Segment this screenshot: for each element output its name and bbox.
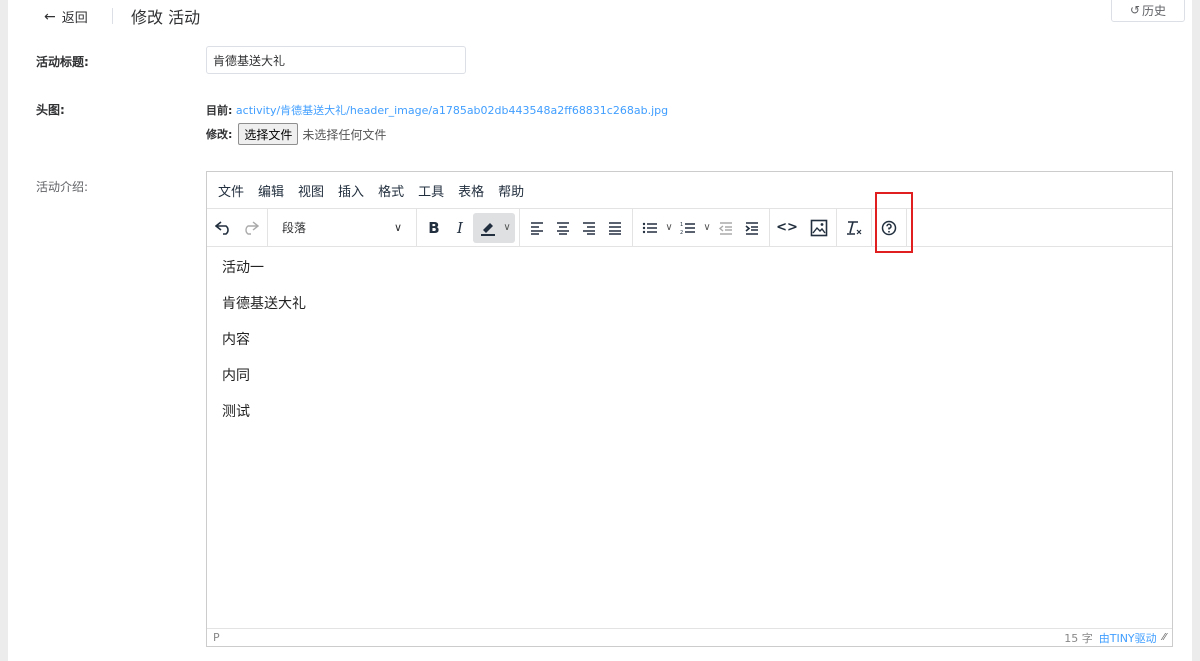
edit-activity-page: ← 返回 修改 活动 ↺ 历史 活动标题: 头图: 目前: activity/肯… [8, 0, 1192, 661]
insert-group: <> [770, 209, 837, 246]
block-format-value: 段落 [282, 221, 307, 235]
svg-text:2: 2 [680, 230, 683, 235]
undo-icon[interactable] [211, 214, 237, 242]
menu-edit[interactable]: 编辑 [258, 181, 284, 200]
back-link[interactable]: ← 返回 [44, 7, 88, 27]
indent-icon[interactable] [739, 214, 765, 242]
no-file-text: 未选择任何文件 [302, 127, 387, 142]
highlighter-icon [475, 214, 501, 242]
code-icon[interactable]: <> [774, 214, 800, 242]
modify-prefix: 修改: [206, 128, 233, 141]
svg-text:1: 1 [680, 222, 683, 228]
menu-view[interactable]: 视图 [298, 181, 324, 200]
editor-menubar: 文件 编辑 视图 插入 格式 工具 表格 帮助 [207, 172, 1172, 208]
arrow-left-icon: ← [44, 8, 56, 25]
clear-format-group [837, 209, 872, 246]
history-icon: ↺ [1129, 3, 1141, 17]
align-center-icon[interactable] [550, 214, 576, 242]
content-paragraph: 测试 [222, 404, 250, 420]
current-prefix: 目前: [206, 104, 233, 117]
align-group [520, 209, 633, 246]
editor-toolbar: 段落 ∨ B I ∨ ∨ 1 2 ∨ <> [207, 192, 1172, 253]
image-button-highlight-box [875, 192, 913, 253]
element-path[interactable]: P [213, 631, 220, 644]
align-justify-icon[interactable] [602, 214, 628, 242]
header-image-label: 头图: [36, 103, 65, 117]
word-count[interactable]: 15 字 [1064, 630, 1093, 646]
current-image-link[interactable]: activity/肯德基送大礼/header_image/a1785ab02db… [236, 104, 668, 117]
menu-insert[interactable]: 插入 [338, 181, 364, 200]
outdent-icon[interactable] [713, 214, 739, 242]
resize-handle-icon[interactable]: ⁄⁄ [1163, 632, 1166, 643]
header-divider [112, 8, 113, 24]
content-paragraph: 肯德基送大礼 [222, 296, 306, 312]
align-left-icon[interactable] [524, 214, 550, 242]
editor-statusbar: P 15 字 由TINY驱动 ⁄⁄ [207, 628, 1172, 646]
editor-content[interactable]: 活动一 肯德基送大礼 内容 内同 测试 [207, 247, 1172, 451]
list-group: ∨ 12 ∨ [633, 209, 770, 246]
redo-icon[interactable] [237, 214, 263, 242]
chevron-down-icon: ∨ [503, 222, 511, 233]
back-label: 返回 [61, 11, 88, 26]
bullet-list-icon[interactable] [637, 214, 663, 242]
powered-by-link[interactable]: 由TINY驱动 [1099, 630, 1157, 646]
menu-file[interactable]: 文件 [218, 181, 244, 200]
choose-file-button[interactable]: 选择文件 [238, 123, 299, 145]
clear-formatting-icon[interactable] [841, 214, 867, 242]
title-label: 活动标题: [36, 55, 89, 69]
block-format-select[interactable]: 段落 ∨ [272, 219, 412, 236]
menu-format[interactable]: 格式 [378, 181, 404, 200]
page-title: 修改 活动 [131, 8, 201, 27]
history-label: 历史 [1142, 3, 1167, 18]
current-image-row: 目前: activity/肯德基送大礼/header_image/a1785ab… [206, 102, 668, 118]
align-right-icon[interactable] [576, 214, 602, 242]
content-paragraph: 活动一 [222, 260, 264, 276]
content-paragraph: 内容 [222, 332, 250, 348]
menu-help[interactable]: 帮助 [498, 181, 524, 200]
block-format-group: 段落 ∨ [268, 209, 417, 246]
title-input[interactable] [206, 46, 466, 74]
image-icon[interactable] [806, 214, 832, 242]
menu-tools[interactable]: 工具 [418, 181, 444, 200]
modify-image-row: 修改: 选择文件 未选择任何文件 [206, 123, 386, 145]
history-button[interactable]: ↺ 历史 [1111, 0, 1185, 22]
chevron-down-icon[interactable]: ∨ [663, 222, 675, 233]
content-paragraph: 内同 [222, 368, 250, 384]
text-style-group: B I ∨ [417, 209, 520, 246]
chevron-down-icon[interactable]: ∨ [701, 222, 713, 233]
highlight-color-button[interactable]: ∨ [473, 212, 515, 243]
italic-icon[interactable]: I [447, 214, 473, 242]
numbered-list-icon[interactable]: 12 [675, 214, 701, 242]
history-group [207, 209, 268, 246]
menu-table[interactable]: 表格 [458, 181, 484, 200]
bold-icon[interactable]: B [421, 214, 447, 242]
rich-text-editor: 文件 编辑 视图 插入 格式 工具 表格 帮助 段落 ∨ B I ∨ ∨ 1 2… [206, 171, 1173, 647]
intro-label: 活动介绍: [36, 180, 89, 194]
chevron-down-icon: ∨ [393, 221, 402, 234]
